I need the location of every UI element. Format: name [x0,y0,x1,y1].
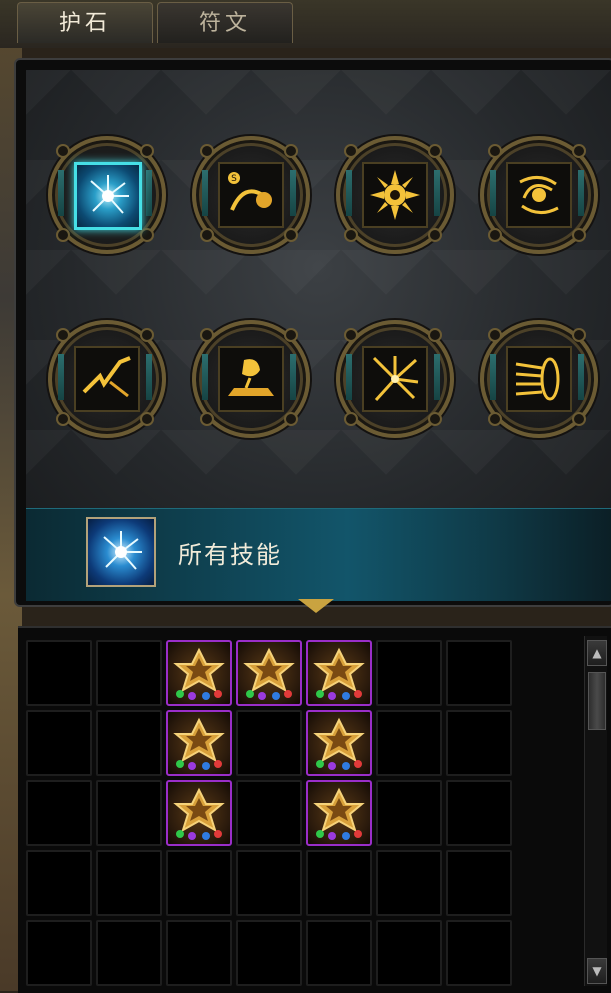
skill-slot-8[interactable] [476,316,598,438]
blue-vortex-icon [86,517,156,587]
radiant-sun-icon[interactable] [362,162,428,228]
inventory-slot[interactable] [376,920,442,986]
lightning-strike-icon[interactable] [74,346,140,412]
inventory-slot[interactable] [306,850,372,916]
skill-slot-6[interactable] [188,316,310,438]
skill-description-bar: 所有技能 [26,508,611,601]
inventory-slot[interactable] [376,850,442,916]
inventory-slot[interactable] [236,780,302,846]
amulet-gem-item[interactable] [236,640,302,706]
blue-vortex-icon[interactable] [74,162,142,230]
inventory-slot[interactable] [26,640,92,706]
amulet-gem-item[interactable] [306,710,372,776]
inventory-slot[interactable] [446,780,512,846]
amulet-gem-item[interactable] [306,640,372,706]
skill-panel: S 所有技能 [14,58,611,607]
inventory-slot[interactable] [96,850,162,916]
inventory-slot[interactable] [236,920,302,986]
inventory-slot[interactable] [236,850,302,916]
inventory-slot[interactable] [96,920,162,986]
inventory-slot[interactable] [26,850,92,916]
skill-slot-2[interactable]: S [188,132,310,254]
inventory-slot[interactable] [376,780,442,846]
inventory-slot[interactable] [26,920,92,986]
scroll-down-button[interactable]: ▼ [587,958,607,984]
spark-burst-icon[interactable] [362,346,428,412]
inventory-slot[interactable] [26,710,92,776]
inventory-slot[interactable] [96,780,162,846]
inventory-slot[interactable] [306,920,372,986]
scroll-thumb[interactable] [588,672,606,730]
skill-slot-7[interactable] [332,316,454,438]
tab-rune[interactable]: 符文 [157,2,293,43]
tab-bar: 护石 符文 [0,0,611,48]
amulet-gem-item[interactable] [306,780,372,846]
skill-slot-3[interactable] [332,132,454,254]
amulet-gem-item[interactable] [166,640,232,706]
inventory-grid [18,626,611,993]
inventory-slot[interactable] [166,920,232,986]
spiral-wave-icon[interactable] [506,346,572,412]
skill-slot-1[interactable] [44,132,166,254]
inventory-slot[interactable] [446,920,512,986]
inventory-slot[interactable] [376,640,442,706]
inventory-slot[interactable] [96,640,162,706]
skill-slot-4[interactable] [476,132,598,254]
skill-slot-5[interactable] [44,316,166,438]
rock-crush-icon[interactable] [218,346,284,412]
inventory-slot[interactable] [26,780,92,846]
skill-grid: S [26,70,611,565]
scroll-up-button[interactable]: ▲ [587,640,607,666]
inventory-slot[interactable] [446,710,512,776]
inventory-slot[interactable] [236,710,302,776]
amulet-gem-item[interactable] [166,710,232,776]
amulet-gem-item[interactable] [166,780,232,846]
swirling-blast-icon[interactable] [506,162,572,228]
inventory-slot[interactable] [446,850,512,916]
inventory-slot[interactable] [446,640,512,706]
fire-arc-skill-icon[interactable]: S [218,162,284,228]
tab-amulet-stone[interactable]: 护石 [17,2,153,43]
skill-description-text: 所有技能 [178,541,282,569]
inventory-slot[interactable] [96,710,162,776]
inventory-slot[interactable] [376,710,442,776]
svg-text:S: S [231,174,237,184]
inventory-scrollbar[interactable]: ▲ ▼ [584,636,607,986]
inventory-slot[interactable] [166,850,232,916]
chevron-down-icon [298,599,334,613]
